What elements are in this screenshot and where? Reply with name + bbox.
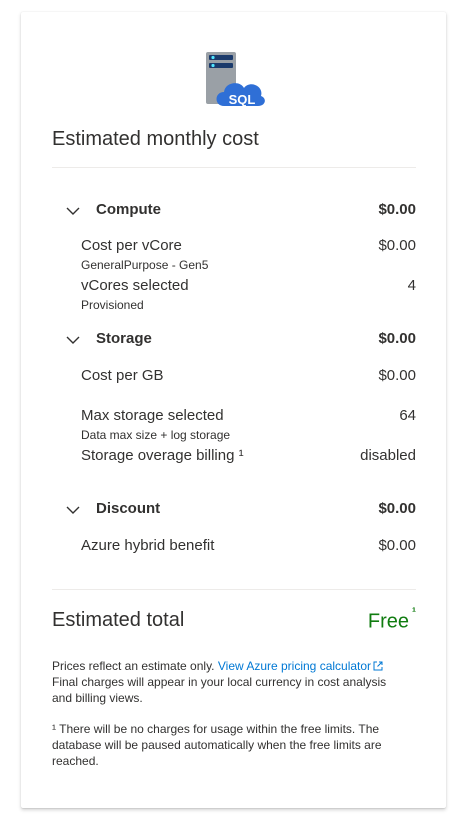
line-item-cost-per-gb: Cost per GB $0.00 [21, 367, 446, 387]
estimated-total-label: Estimated total [52, 609, 185, 631]
line-item-max-storage: Max storage selected Data max size + log… [21, 407, 446, 442]
section-title: Storage [96, 330, 152, 347]
chevron-down-icon[interactable] [64, 501, 82, 519]
final-charges-note: Final charges will appear in your local … [52, 675, 387, 705]
estimated-total-value: Free ¹ [367, 605, 416, 633]
section-amount: $0.00 [378, 201, 416, 218]
pricing-calculator-link[interactable]: View Azure pricing calculator [218, 659, 383, 673]
pricing-note: Prices reflect an estimate only. View Az… [52, 658, 402, 706]
line-item-sub: GeneralPurpose - Gen5 [81, 258, 209, 272]
line-item-sub: Data max size + log storage [81, 428, 231, 442]
free-limits-footnote: ¹ There will be no charges for usage wit… [52, 722, 382, 768]
external-link-icon [373, 661, 383, 671]
line-item-value: 64 [399, 407, 416, 424]
section-discount-header[interactable]: Discount $0.00 [21, 499, 446, 521]
logo-text: SQL [229, 92, 256, 107]
sql-database-icon: SQL [206, 52, 265, 107]
line-item-label: Storage overage billing ¹ [81, 447, 244, 464]
line-item-label: Max storage selected [81, 407, 224, 424]
estimated-total-row: Estimated total Free ¹ [21, 605, 446, 635]
line-item-value: $0.00 [378, 537, 416, 554]
line-item-value: 4 [407, 277, 416, 294]
section-title: Discount [96, 500, 161, 517]
line-item-label: Azure hybrid benefit [81, 537, 215, 554]
page-title: Estimated monthly cost [52, 128, 259, 150]
line-item-label: Cost per vCore [81, 237, 182, 254]
chevron-down-icon[interactable] [64, 202, 82, 220]
pricing-note-prefix: Prices reflect an estimate only. [52, 659, 215, 673]
line-item-value: disabled [360, 447, 416, 464]
line-item-value: $0.00 [378, 237, 416, 254]
footnote-marker: ¹ [412, 605, 416, 619]
divider [52, 167, 416, 168]
line-item-label: Cost per GB [81, 367, 164, 384]
section-amount: $0.00 [378, 330, 416, 347]
section-title: Compute [96, 201, 161, 218]
section-compute-header[interactable]: Compute $0.00 [21, 200, 446, 222]
line-item-azure-hybrid-benefit: Azure hybrid benefit $0.00 [21, 537, 446, 557]
line-item-storage-overage: Storage overage billing ¹ disabled [21, 447, 446, 467]
section-storage-header[interactable]: Storage $0.00 [21, 329, 446, 351]
line-item-value: $0.00 [378, 367, 416, 384]
section-amount: $0.00 [378, 500, 416, 517]
line-item-vcores-selected: vCores selected Provisioned 4 [21, 277, 446, 312]
line-item-label: vCores selected [81, 277, 189, 294]
chevron-down-icon[interactable] [64, 331, 82, 349]
line-item-sub: Provisioned [81, 298, 144, 312]
divider [52, 589, 416, 590]
line-item-cost-per-vcore: Cost per vCore GeneralPurpose - Gen5 $0.… [21, 237, 446, 272]
cost-summary-card: SQL Estimated monthly cost Compute $0.00… [21, 12, 446, 808]
